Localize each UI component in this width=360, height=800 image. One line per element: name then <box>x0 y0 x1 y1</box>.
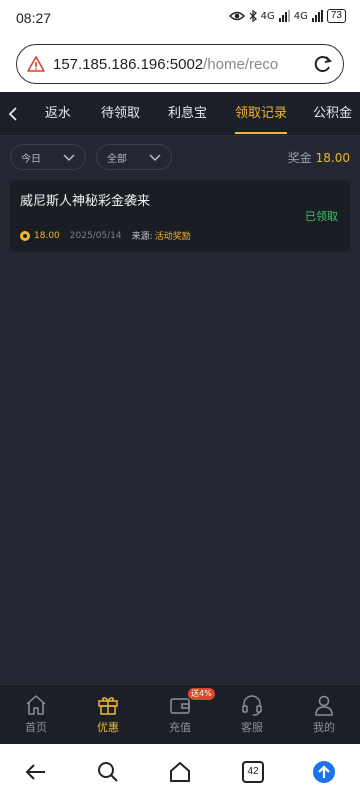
nav-support-label: 客服 <box>241 721 263 734</box>
network-type-1: 4G <box>260 10 275 22</box>
gift-icon <box>98 697 118 715</box>
record-date: 2025/05/14 <box>69 230 122 241</box>
tab-provident-fund[interactable]: 公积金 <box>305 92 360 136</box>
filter-row: 今日 全部 奖金 18.00 <box>0 144 360 172</box>
user-icon <box>315 695 333 716</box>
record-source-label: 来源: <box>131 232 153 242</box>
tab-interest[interactable]: 利息宝 <box>160 92 215 136</box>
status-bar: 08:27 4G 4G 73 <box>0 0 360 36</box>
nav-home[interactable]: 首页 <box>0 685 72 745</box>
bonus-amount: 18.00 <box>315 151 350 165</box>
battery-indicator: 73 <box>326 9 346 23</box>
record-amount: 18.00 <box>34 230 60 241</box>
record-card[interactable]: 威尼斯人神秘彩金袭来 已领取 18.00 2025/05/14 来源: 活动奖励 <box>10 180 350 252</box>
network-type-2: 4G <box>293 10 308 22</box>
deposit-badge: 送4% <box>188 688 215 700</box>
nav-home-label: 首页 <box>25 721 47 734</box>
date-filter-select[interactable]: 今日 <box>10 144 86 170</box>
bonus-label: 奖金 <box>287 151 312 165</box>
chevron-left-icon <box>9 106 18 121</box>
status-time: 08:27 <box>16 10 52 26</box>
nav-promotions[interactable]: 优惠 <box>72 685 144 745</box>
category-tabs: 返水 待领取 利息宝 领取记录 公积金 <box>0 92 360 136</box>
warning-icon[interactable] <box>27 55 45 73</box>
browser-bottom-bar: 42 <box>0 744 360 800</box>
signal-icon-2 <box>311 10 323 22</box>
coin-icon <box>20 230 30 241</box>
bottom-nav: 首页 优惠 送4% 充值 客服 我的 <box>0 684 360 744</box>
record-status: 已领取 <box>305 210 338 223</box>
eye-icon <box>228 11 245 21</box>
headset-icon <box>242 695 262 716</box>
url-text[interactable]: 157.185.186.196:5002/home/reco <box>53 56 301 73</box>
type-filter-value: 全部 <box>107 153 127 165</box>
chevron-down-icon <box>63 154 75 162</box>
tab-pending[interactable]: 待领取 <box>93 92 148 136</box>
date-filter-value: 今日 <box>21 153 41 165</box>
status-icons: 4G 4G 73 <box>228 9 346 23</box>
home-page-icon[interactable] <box>168 760 192 784</box>
tab-rebate[interactable]: 返水 <box>37 92 79 136</box>
nav-promotions-label: 优惠 <box>97 721 119 734</box>
record-source: 活动奖励 <box>154 232 191 242</box>
back-arrow-icon[interactable] <box>24 760 48 784</box>
nav-support[interactable]: 客服 <box>216 685 288 745</box>
url-host: 157.185.186.196:5002 <box>53 55 204 73</box>
search-icon[interactable] <box>96 760 120 784</box>
address-bar[interactable]: 157.185.186.196:5002/home/reco <box>16 44 344 84</box>
url-path: /home/reco <box>203 55 279 73</box>
reload-icon[interactable] <box>313 54 333 74</box>
nav-deposit[interactable]: 送4% 充值 <box>144 685 216 745</box>
nav-deposit-label: 充值 <box>169 721 191 734</box>
chevron-down-icon <box>149 154 161 162</box>
tab-claim-records[interactable]: 领取记录 <box>227 92 295 136</box>
record-meta: 18.00 2025/05/14 来源: 活动奖励 <box>20 229 191 242</box>
nav-profile[interactable]: 我的 <box>288 685 360 745</box>
browser-toolbar: 157.185.186.196:5002/home/reco <box>0 36 360 92</box>
bonus-total: 奖金 18.00 <box>288 149 350 166</box>
record-title: 威尼斯人神秘彩金袭来 <box>20 194 151 209</box>
bluetooth-icon <box>249 10 257 22</box>
type-filter-select[interactable]: 全部 <box>96 144 172 170</box>
back-button[interactable] <box>0 92 27 136</box>
upload-icon[interactable] <box>312 760 336 784</box>
home-icon <box>26 695 46 715</box>
signal-icon <box>278 10 290 22</box>
tab-switcher[interactable]: 42 <box>242 761 264 783</box>
nav-profile-label: 我的 <box>313 721 335 734</box>
